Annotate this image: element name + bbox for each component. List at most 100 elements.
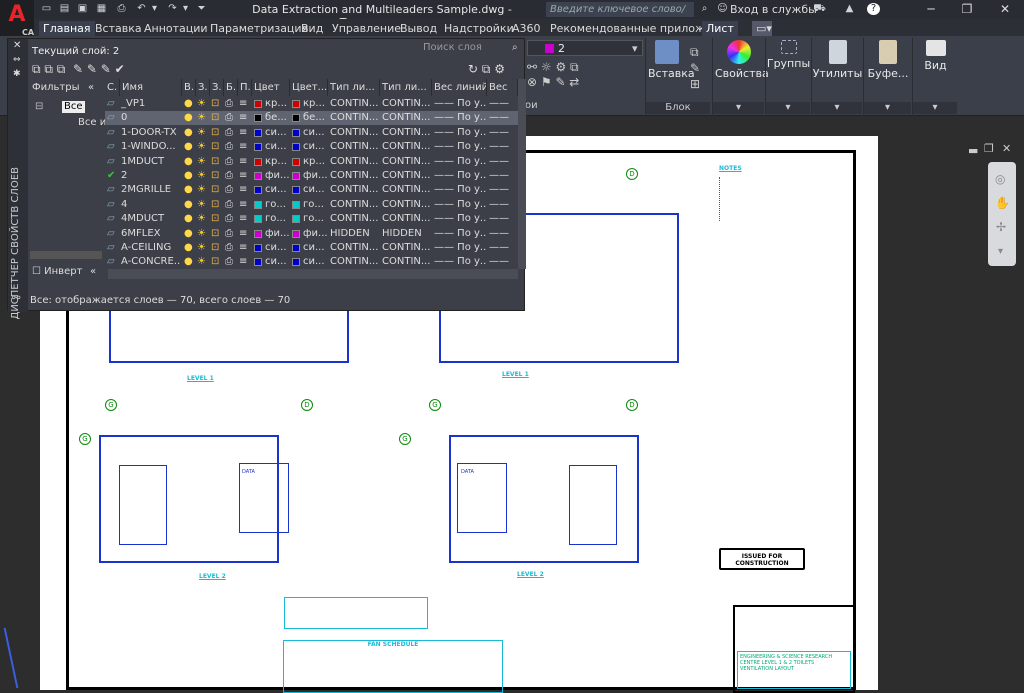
properties-button[interactable]: Свойства xyxy=(715,40,769,80)
undo-icon[interactable]: ↶ xyxy=(135,3,148,15)
col-vp-linetype[interactable]: Тип ли... xyxy=(380,79,432,96)
bulb-icon[interactable]: ● xyxy=(184,126,196,140)
color-swatch[interactable] xyxy=(254,258,262,267)
layer-color[interactable]: си... xyxy=(265,140,290,154)
col-vp-lineweight[interactable]: Вес xyxy=(487,79,518,96)
vp-color-swatch[interactable] xyxy=(292,157,300,166)
freeze-icon[interactable]: ☀ xyxy=(197,97,209,111)
plot-icon[interactable]: ⎙ xyxy=(225,155,237,169)
open-file-icon[interactable]: ▤ xyxy=(58,3,71,15)
viewport-restore-icon[interactable]: ❐ xyxy=(984,142,994,155)
vp-layer-color[interactable]: си... xyxy=(303,126,328,140)
vp-color-swatch[interactable] xyxy=(292,244,300,252)
filter-all[interactable]: Все xyxy=(62,101,85,113)
vp-layer-color[interactable]: си... xyxy=(303,255,328,269)
lock-icon[interactable]: ⊡ xyxy=(211,155,223,169)
plot-icon[interactable]: ⎙ xyxy=(225,183,237,197)
layer-name[interactable]: 1-WINDO... xyxy=(121,140,181,154)
new-file-icon[interactable]: ▭ xyxy=(40,3,53,15)
bulb-icon[interactable]: ● xyxy=(184,111,196,125)
vp-layer-linetype[interactable]: CONTIN... xyxy=(382,212,432,226)
invert-checkbox[interactable]: ☐ Инверт xyxy=(32,266,82,278)
bulb-icon[interactable]: ● xyxy=(184,140,196,154)
vp-layer-linetype[interactable]: CONTIN... xyxy=(382,241,432,255)
lock-icon[interactable]: ⊡ xyxy=(211,241,223,255)
col-newvp[interactable]: П. xyxy=(238,79,252,96)
lock-icon[interactable]: ⊡ xyxy=(211,126,223,140)
viewport-minimize-icon[interactable]: ▬ xyxy=(968,144,978,157)
close-button[interactable]: ✕ xyxy=(986,0,1024,19)
plot-icon[interactable]: ⎙ xyxy=(225,111,237,125)
layer-row[interactable]: ▱ 1MDUCT ● ☀ ⊡ ⎙ ≡ кр... кр... CONTIN... CONTIN...… xyxy=(105,155,518,169)
freeze-icon[interactable]: ☀ xyxy=(197,140,209,154)
layer-name[interactable]: 2 xyxy=(121,169,181,183)
col-vp-color[interactable]: Цвет... xyxy=(290,79,328,96)
layer-name[interactable]: 2MGRILLE xyxy=(121,183,181,197)
plot-icon[interactable]: ⎙ xyxy=(225,169,237,183)
color-swatch[interactable] xyxy=(254,229,262,238)
layer-color[interactable]: го... xyxy=(265,212,290,226)
layers-panel-label[interactable]: ои xyxy=(525,100,538,111)
layer-status-icon[interactable]: ▱ xyxy=(107,212,120,226)
col-linetype[interactable]: Тип ли... xyxy=(328,79,380,96)
vp-lineweight[interactable]: —— xyxy=(489,241,518,255)
minimize-button[interactable]: ─ xyxy=(912,0,950,19)
layer-status-icon[interactable]: ▱ xyxy=(107,227,120,241)
navigation-bar[interactable]: ◎ ✋ ✢ ▾ xyxy=(988,162,1016,266)
nav-expand-icon[interactable]: ▾ xyxy=(998,246,1003,257)
layer-row[interactable]: ▱ 4MDUCT ● ☀ ⊡ ⎙ ≡ го... го... CONTIN... CONTIN...… xyxy=(105,212,518,226)
layer-status-icon[interactable]: ▱ xyxy=(107,183,120,197)
layer-row[interactable]: ▱ 4 ● ☀ ⊡ ⎙ ≡ го... го... CONTIN... CONTIN... —— По… xyxy=(105,198,518,212)
newvp-freeze-icon[interactable]: ≡ xyxy=(239,241,251,255)
color-swatch[interactable] xyxy=(254,215,262,224)
newvp-freeze-icon[interactable]: ≡ xyxy=(239,255,251,269)
layer-row[interactable]: ▱ 0 ● ☀ ⊡ ⎙ ≡ бе... бе... CONTIN... CONTIN... —— По… xyxy=(105,111,518,126)
layer-lineweight[interactable]: —— По у... xyxy=(434,111,487,125)
layer-row[interactable]: ▱ A-CEILING ● ☀ ⊡ ⎙ ≡ си... си... CONTIN... CONTIN… xyxy=(105,241,518,255)
vp-color-swatch[interactable] xyxy=(292,128,300,137)
tab-a360[interactable]: A360 xyxy=(508,21,545,36)
newvp-freeze-icon[interactable]: ≡ xyxy=(239,97,251,111)
layer-linetype[interactable]: CONTIN... xyxy=(330,212,380,226)
search-icon[interactable]: ⌕ xyxy=(698,3,711,15)
zoom-extents-icon[interactable]: ✢ xyxy=(996,220,1006,234)
layer-row[interactable]: ▱ 6MFLEX ● ☀ ⊡ ⎙ ≡ фи... фи... HIDDEN HIDDEN —— По … xyxy=(105,227,518,241)
save-as-icon[interactable]: ▦ xyxy=(95,3,108,15)
freeze-icon[interactable]: ☀ xyxy=(197,212,209,226)
tab-output[interactable]: Вывод xyxy=(396,21,441,36)
layer-linetype[interactable]: CONTIN... xyxy=(330,111,380,125)
newvp-freeze-icon[interactable]: ≡ xyxy=(239,111,251,125)
freeze-icon[interactable]: ☀ xyxy=(197,198,209,212)
vp-color-swatch[interactable] xyxy=(292,114,300,123)
tab-layout[interactable]: Лист xyxy=(702,21,738,36)
groups-button[interactable]: Группы xyxy=(766,40,811,70)
insert-block-button[interactable]: Вставка xyxy=(648,40,695,80)
newvp-freeze-icon[interactable]: ≡ xyxy=(239,140,251,154)
bulb-icon[interactable]: ● xyxy=(184,255,196,269)
layer-name[interactable]: _VP1 xyxy=(121,97,181,111)
color-swatch[interactable] xyxy=(254,172,262,180)
layer-linetype[interactable]: CONTIN... xyxy=(330,97,380,111)
col-name[interactable]: Имя xyxy=(120,79,182,96)
col-lock[interactable]: З. xyxy=(210,79,224,96)
layer-search-input[interactable]: Поиск слоя xyxy=(423,42,482,54)
block-panel-label[interactable]: Блок xyxy=(646,102,710,114)
color-swatch[interactable] xyxy=(254,114,262,123)
layer-lineweight[interactable]: —— По у... xyxy=(434,241,487,255)
layer-color[interactable]: го... xyxy=(265,198,290,212)
plot-icon[interactable]: ⎙ xyxy=(225,198,237,212)
vp-layer-linetype[interactable]: CONTIN... xyxy=(382,169,432,183)
steering-wheel-icon[interactable]: ◎ xyxy=(995,172,1005,186)
vp-layer-color[interactable]: си... xyxy=(303,183,328,197)
bulb-icon[interactable]: ● xyxy=(184,155,196,169)
lock-icon[interactable]: ⊡ xyxy=(211,255,223,269)
table-hscroll[interactable] xyxy=(108,269,518,279)
bulb-icon[interactable]: ● xyxy=(184,227,196,241)
freeze-icon[interactable]: ☀ xyxy=(197,155,209,169)
layer-color[interactable]: фи... xyxy=(265,227,290,241)
a360-icon[interactable]: ▲ xyxy=(843,3,856,15)
vp-color-swatch[interactable] xyxy=(292,100,300,108)
vp-layer-linetype[interactable]: CONTIN... xyxy=(382,97,432,111)
groups-expand-icon[interactable]: ▾ xyxy=(766,102,810,114)
color-swatch[interactable] xyxy=(254,200,262,209)
